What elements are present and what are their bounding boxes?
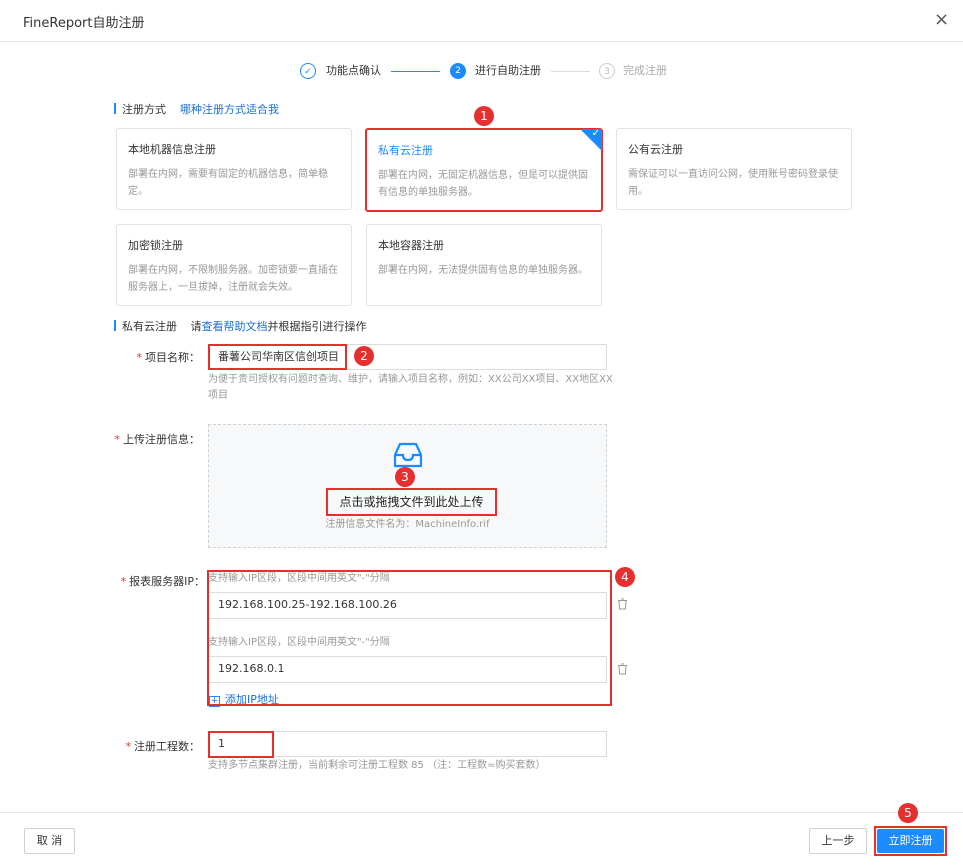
card-desc: 需保证可以一直访问公网，使用账号密码登录使用。 [628,169,838,197]
card-title: 加密锁注册 [128,239,183,252]
trash-icon[interactable] [617,598,628,613]
step-connector-2 [551,71,590,72]
check-icon: ✓ [591,128,600,139]
project-count-label: * 注册工程数： [125,740,201,753]
which-method-help-link[interactable]: 哪种注册方式适合我 [180,101,279,117]
upload-dropzone[interactable]: 3 点击或拖拽文件到此处上传 注册信息文件名为：MachineInfo.rif [208,424,607,548]
card-title: 私有云注册 [378,144,433,157]
step-done-check-icon: ✓ [300,63,316,79]
card-desc: 部署在内网，无法提供固有信息的单独服务器。 [378,265,588,276]
trash-icon[interactable] [617,663,628,678]
header-divider [0,41,963,42]
method-section-title: 注册方式 [114,101,166,117]
card-desc: 部署在内网，无固定机器信息，但是可以提供固有信息的单独服务器。 [378,170,588,198]
step-2-label: 进行自助注册 [475,64,541,77]
upload-text: 点击或拖拽文件到此处上传 [339,495,484,509]
cancel-button[interactable]: 取 消 [24,828,75,854]
project-name-hint: 为便于贵司授权有问题时查询、维护，请输入项目名称，例如：XX公司XX项目、XX地… [208,374,613,401]
guide-prefix: 请 [190,320,202,333]
card-local-machine[interactable]: 本地机器信息注册 部署在内网，需要有固定的机器信息，简单稳定。 [116,128,352,210]
annotation-badge-1: 1 [474,106,494,126]
step-1-label: 功能点确认 [326,64,381,77]
dialog-title: FineReport自助注册 [23,16,145,31]
project-count-hint: 支持多节点集群注册，当前剩余可注册工程数 85 （注：工程数=购买套数） [208,760,546,771]
card-title: 本地容器注册 [378,239,444,252]
help-doc-link[interactable]: 查看帮助文档 [202,320,268,333]
previous-step-button[interactable]: 上一步 [809,828,867,854]
card-dongle[interactable]: 加密锁注册 部署在内网，不限制服务器。加密锁要一直插在服务器上，一旦拔掉，注册就… [116,224,352,306]
guide-suffix: 并根据指引进行操作 [267,320,367,333]
footer-divider [0,812,963,813]
private-cloud-section-title: 私有云注册 请查看帮助文档并根据指引进行操作 [114,318,367,334]
step-3-number: 3 [599,63,615,79]
upload-hint: 注册信息文件名为：MachineInfo.rif [325,519,490,530]
project-name-highlight [208,344,347,370]
section-bar [114,103,116,114]
step-3-label: 完成注册 [623,64,667,77]
card-desc: 部署在内网，不限制服务器。加密锁要一直插在服务器上，一旦拔掉，注册就会失效。 [128,265,338,293]
server-ip-highlight [207,570,612,706]
card-title: 公有云注册 [628,143,683,156]
card-local-container[interactable]: 本地容器注册 部署在内网，无法提供固有信息的单独服务器。 [366,224,602,306]
annotation-badge-4: 4 [615,567,635,587]
card-private-cloud[interactable]: 私有云注册 部署在内网，无固定机器信息，但是可以提供固有信息的单独服务器。 ✓ [365,128,603,212]
step-2-number: 2 [450,63,466,79]
card-desc: 部署在内网，需要有固定的机器信息，简单稳定。 [128,169,328,197]
inbox-icon [393,442,423,468]
upload-label: * 上传注册信息： [114,433,201,446]
project-name-label: * 项目名称： [136,351,201,364]
annotation-badge-5: 5 [898,803,918,823]
project-count-highlight [208,731,274,758]
card-public-cloud[interactable]: 公有云注册 需保证可以一直访问公网，使用账号密码登录使用。 [616,128,852,210]
server-ip-label: * 报表服务器IP： [120,575,205,588]
card-title: 本地机器信息注册 [128,143,216,156]
method-title-text: 注册方式 [122,103,166,116]
private-cloud-title-text: 私有云注册 [122,320,177,333]
register-now-button[interactable]: 立即注册 [877,829,944,853]
step-connector-1 [391,71,440,72]
annotation-badge-2: 2 [354,346,374,366]
close-icon[interactable]: × [934,10,949,30]
annotation-badge-3: 3 [395,467,415,487]
section-bar [114,320,116,331]
